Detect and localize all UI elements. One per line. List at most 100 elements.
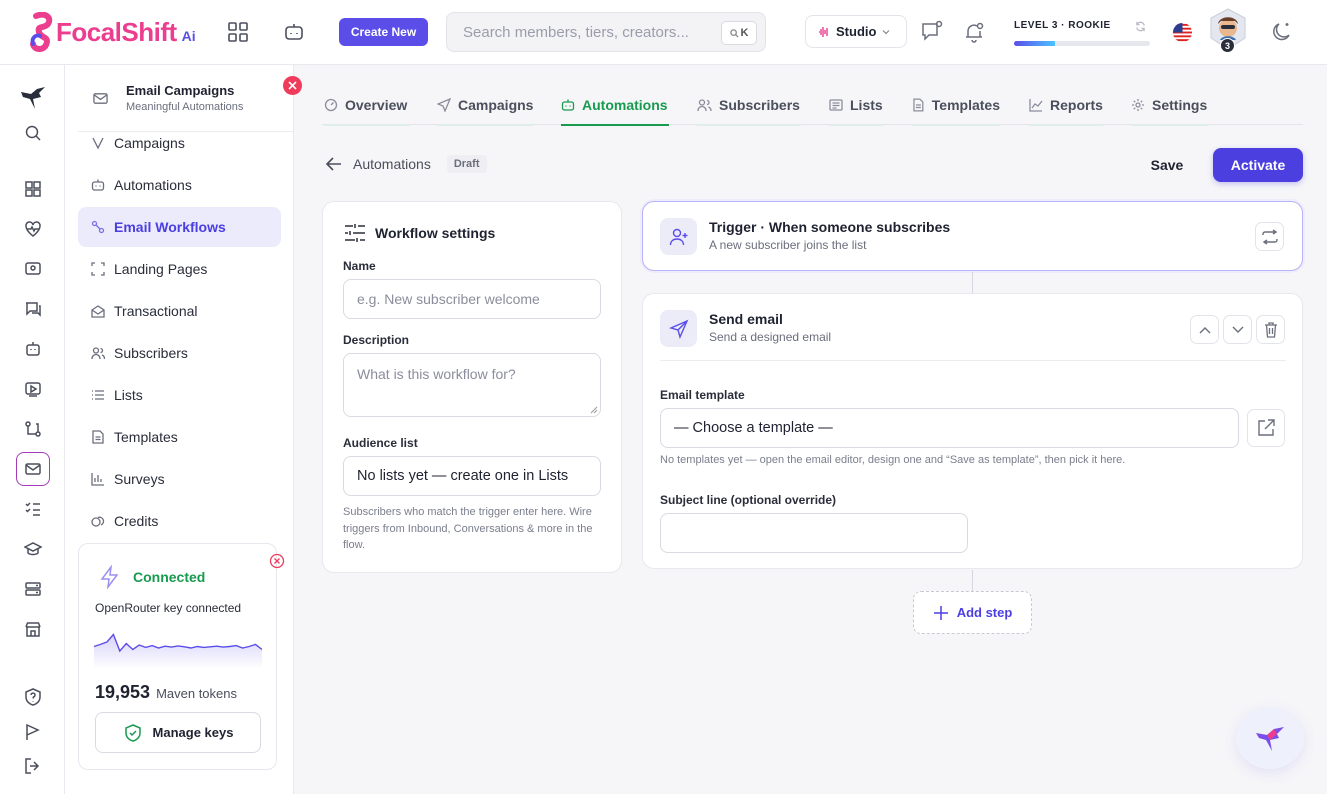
rail-dashboard[interactable] — [16, 172, 50, 206]
refresh-icon[interactable] — [1135, 21, 1146, 32]
rail-tasks[interactable] — [16, 492, 50, 526]
level-label: LEVEL 3 · ROOKIE — [1014, 20, 1111, 31]
bell-icon[interactable] — [961, 19, 987, 45]
sidebar-item-transactional[interactable]: Transactional — [78, 291, 281, 331]
workflow-description-textarea[interactable]: What is this workflow for? — [343, 353, 601, 417]
breadcrumb-back-link[interactable]: Automations — [353, 156, 431, 172]
rail-help[interactable] — [16, 680, 50, 714]
rail-media[interactable] — [16, 252, 50, 286]
rail-email[interactable] — [16, 452, 50, 486]
search-shortcut: K — [721, 21, 757, 45]
add-step-button[interactable]: Add step — [913, 591, 1032, 634]
studio-label: Studio — [836, 24, 877, 39]
activate-button[interactable]: Activate — [1213, 148, 1303, 182]
envelope-open-icon — [91, 305, 105, 318]
sidebar-item-lists[interactable]: Lists — [78, 375, 281, 415]
sidebar-close-button[interactable] — [283, 76, 302, 95]
messages-icon[interactable] — [919, 19, 945, 45]
rail-search[interactable] — [16, 116, 50, 150]
tab-campaigns[interactable]: Campaigns — [437, 85, 534, 126]
line-chart-icon — [1029, 99, 1043, 112]
sidebar-item-automations[interactable]: Automations — [78, 165, 281, 205]
tab-lists[interactable]: Lists — [829, 85, 883, 126]
tab-label: Templates — [931, 97, 1000, 113]
email-campaigns-sidebar: Email Campaigns Meaningful Automations C… — [65, 65, 294, 794]
bot-icon[interactable] — [282, 20, 306, 44]
rail-video[interactable] — [16, 372, 50, 406]
rail-reports[interactable] — [16, 715, 50, 749]
manage-keys-button[interactable]: Manage keys — [95, 712, 261, 753]
workflow-name-input[interactable]: e.g. New subscriber welcome — [343, 279, 601, 319]
send-icon — [668, 319, 688, 339]
rail-store[interactable] — [16, 612, 50, 646]
send-step-icon-box — [660, 310, 697, 347]
sidebar-item-label: Automations — [114, 177, 192, 193]
rail-health[interactable] — [16, 212, 50, 246]
sidebar-item-email-workflows[interactable]: Email Workflows — [78, 207, 281, 247]
create-new-button[interactable]: Create New — [339, 18, 428, 46]
sidebar-item-templates[interactable]: Templates — [78, 417, 281, 457]
token-label: Maven tokens — [156, 686, 237, 701]
tab-reports[interactable]: Reports — [1029, 85, 1103, 126]
trigger-subtitle: A new subscriber joins the list — [709, 238, 867, 252]
flow-connector — [972, 570, 973, 591]
subject-line-input[interactable] — [660, 513, 968, 553]
icon-rail — [0, 65, 65, 794]
email-template-select[interactable]: — Choose a template — — [660, 408, 1239, 448]
audience-list-select[interactable]: No lists yet — create one in Lists — [343, 456, 601, 496]
sidebar-item-campaigns[interactable]: Campaigns — [78, 123, 281, 163]
dismiss-close-icon[interactable] — [269, 553, 285, 569]
git-branch-icon — [25, 421, 41, 437]
tab-overview[interactable]: Overview — [324, 85, 410, 126]
sidebar-item-landing-pages[interactable]: Landing Pages — [78, 249, 281, 289]
gauge-icon — [324, 98, 338, 112]
rail-bot[interactable] — [16, 332, 50, 366]
avatar-level-badge: 3 — [1220, 38, 1235, 53]
brand-logo[interactable]: FocalShift Ai — [28, 12, 196, 52]
chevron-down-icon — [1232, 326, 1243, 333]
move-step-down-button[interactable] — [1223, 315, 1252, 344]
rail-servers[interactable] — [16, 572, 50, 606]
dark-mode-moon-icon[interactable] — [1270, 20, 1294, 44]
sidebar-item-label: Lists — [114, 387, 143, 403]
hummingbird-icon — [21, 87, 45, 109]
resize-handle-icon[interactable] — [590, 406, 598, 414]
tab-templates[interactable]: Templates — [912, 85, 1000, 126]
coins-icon — [91, 516, 105, 527]
section-tabs: Overview Campaigns Automations Subscribe… — [322, 85, 1303, 126]
arrow-left-icon[interactable] — [325, 155, 343, 173]
robot-icon — [561, 99, 575, 111]
us-flag-icon[interactable] — [1171, 21, 1193, 43]
template-value: — Choose a template — — [674, 420, 833, 436]
rail-flows[interactable] — [16, 412, 50, 446]
sidebar-item-subscribers[interactable]: Subscribers — [78, 333, 281, 373]
change-trigger-button[interactable] — [1255, 222, 1284, 251]
image-gallery-icon — [25, 262, 41, 275]
rail-home[interactable] — [16, 80, 50, 114]
plus-icon — [933, 605, 948, 620]
tab-label: Reports — [1050, 97, 1103, 113]
send-step-title: Send email — [709, 311, 783, 327]
move-step-up-button[interactable] — [1190, 315, 1219, 344]
shortcut-key: K — [740, 27, 749, 39]
tab-settings[interactable]: Settings — [1131, 85, 1209, 126]
mail-icon — [25, 463, 41, 475]
rail-logout[interactable] — [16, 749, 50, 783]
apps-grid-icon[interactable] — [226, 20, 250, 44]
sidebar-item-credits[interactable]: Credits — [78, 501, 281, 541]
trigger-card[interactable]: Trigger · When someone subscribes A new … — [642, 201, 1303, 271]
save-button[interactable]: Save — [1138, 148, 1196, 182]
brand-name: FocalShift — [56, 16, 177, 47]
delete-step-button[interactable] — [1256, 315, 1285, 344]
search-input[interactable]: Search members, tiers, creators... K — [446, 12, 766, 52]
tab-automations[interactable]: Automations — [561, 85, 669, 126]
sidebar-item-surveys[interactable]: Surveys — [78, 459, 281, 499]
rail-academy[interactable] — [16, 532, 50, 566]
lightning-icon — [100, 565, 119, 589]
assistant-fab[interactable] — [1236, 707, 1304, 769]
tab-subscribers[interactable]: Subscribers — [697, 85, 801, 126]
chevron-up-icon — [1199, 326, 1210, 333]
rail-chat[interactable] — [16, 292, 50, 326]
studio-dropdown[interactable]: Studio — [805, 15, 907, 48]
open-email-editor-button[interactable] — [1247, 409, 1285, 447]
